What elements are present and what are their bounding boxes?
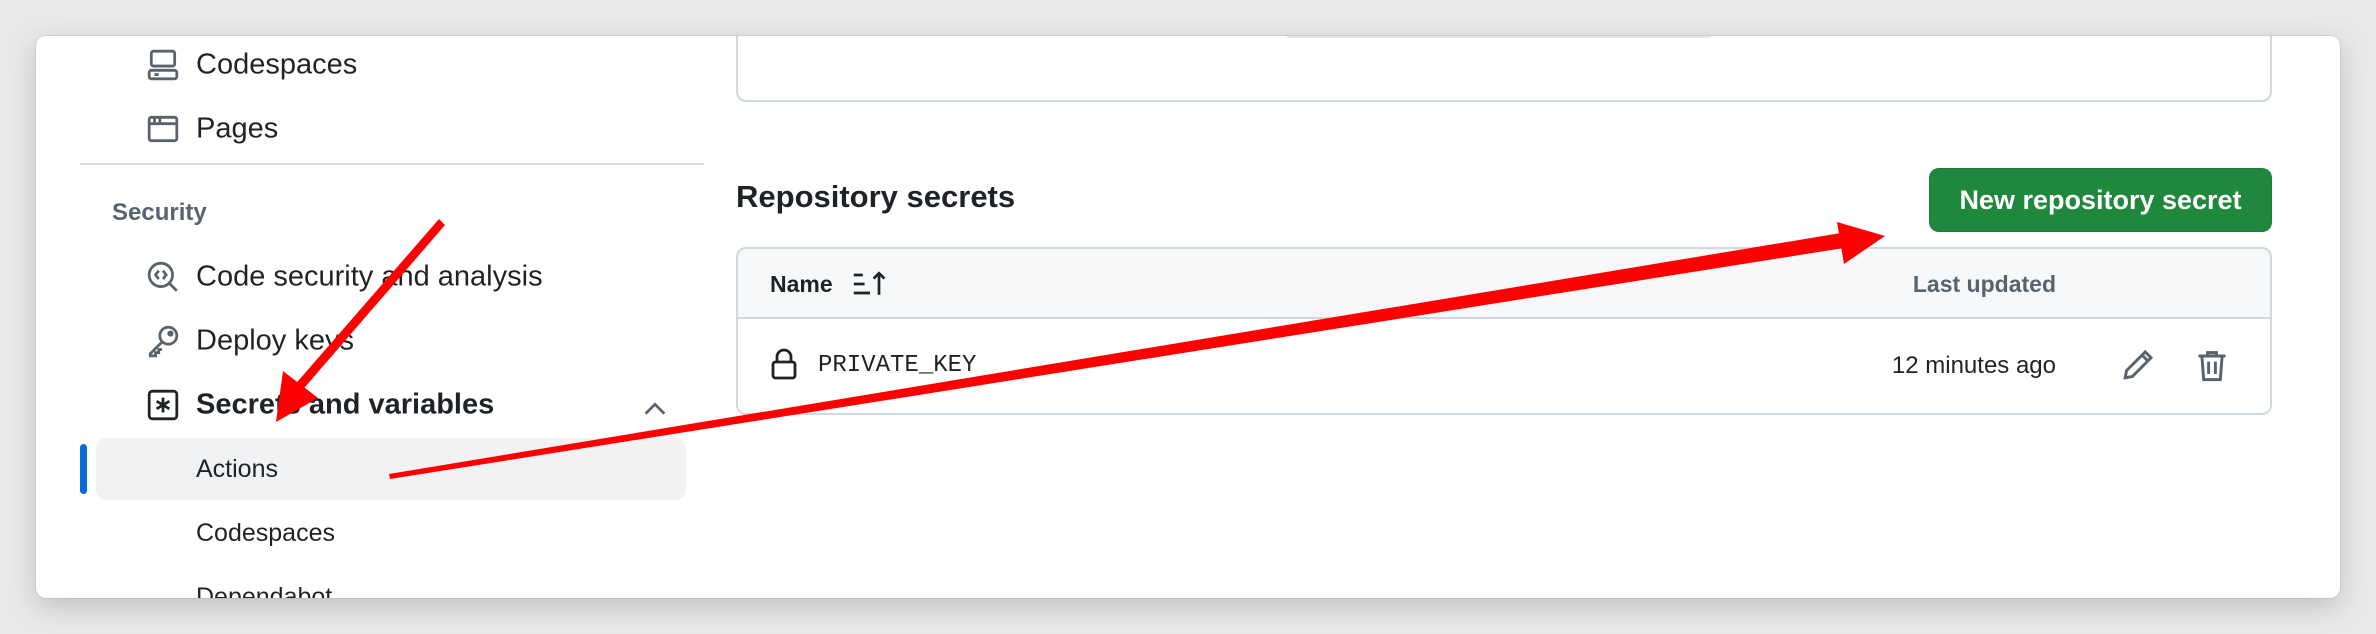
sidebar-subitem-label: Dependabot bbox=[196, 582, 333, 599]
sidebar-item-label: Deploy keys bbox=[196, 324, 354, 357]
key-icon bbox=[148, 325, 179, 358]
sidebar-item-label: Secrets and variables bbox=[196, 388, 495, 421]
sidebar-subitem-codespaces[interactable]: Codespaces bbox=[96, 502, 686, 564]
column-header-last-updated: Last updated bbox=[1912, 271, 2056, 297]
sidebar-subitem-actions[interactable]: Actions bbox=[96, 438, 686, 500]
browser-icon bbox=[147, 115, 179, 143]
codescan-icon bbox=[147, 261, 178, 292]
section-title: Repository secrets bbox=[736, 179, 1016, 214]
security-section-heading: Security bbox=[112, 199, 207, 226]
new-repository-secret-button[interactable]: New repository secret bbox=[1929, 168, 2272, 232]
asterisk-icon bbox=[147, 389, 179, 421]
table-header: Name Last updated bbox=[738, 249, 2270, 319]
secret-name: PRIVATE_KEY bbox=[818, 352, 977, 379]
codespaces-icon bbox=[147, 49, 179, 81]
sort-ascending-icon[interactable] bbox=[852, 269, 888, 299]
sidebar-subitem-label: Codespaces bbox=[196, 518, 335, 547]
settings-window: Codespaces Pages Security Code security … bbox=[36, 36, 2340, 598]
sidebar-divider bbox=[80, 163, 704, 165]
sidebar-subitem-dependabot[interactable]: Dependabot bbox=[96, 566, 686, 599]
column-header-name[interactable]: Name bbox=[770, 271, 833, 298]
sidebar-item-label: Pages bbox=[196, 112, 279, 145]
pencil-icon[interactable] bbox=[2120, 347, 2156, 383]
secret-last-updated: 12 minutes ago bbox=[1891, 352, 2056, 379]
lock-icon bbox=[771, 348, 797, 380]
horizontal-scrollbar[interactable] bbox=[1286, 36, 1712, 38]
sidebar-item-label: Codespaces bbox=[196, 48, 358, 81]
previous-section-box bbox=[736, 36, 2272, 102]
chevron-up-icon[interactable] bbox=[640, 394, 670, 424]
main-content: Repository secrets New repository secret… bbox=[736, 36, 2340, 598]
trash-icon[interactable] bbox=[2194, 347, 2230, 383]
settings-sidebar: Codespaces Pages Security Code security … bbox=[36, 36, 736, 598]
table-row: PRIVATE_KEY 12 minutes ago bbox=[738, 319, 2270, 413]
secrets-table: Name Last updated PRIVATE_KEY 12 minutes… bbox=[736, 247, 2272, 415]
active-item-indicator bbox=[80, 444, 87, 494]
sidebar-subitem-label: Actions bbox=[196, 454, 278, 483]
sidebar-item-label: Code security and analysis bbox=[196, 260, 543, 293]
